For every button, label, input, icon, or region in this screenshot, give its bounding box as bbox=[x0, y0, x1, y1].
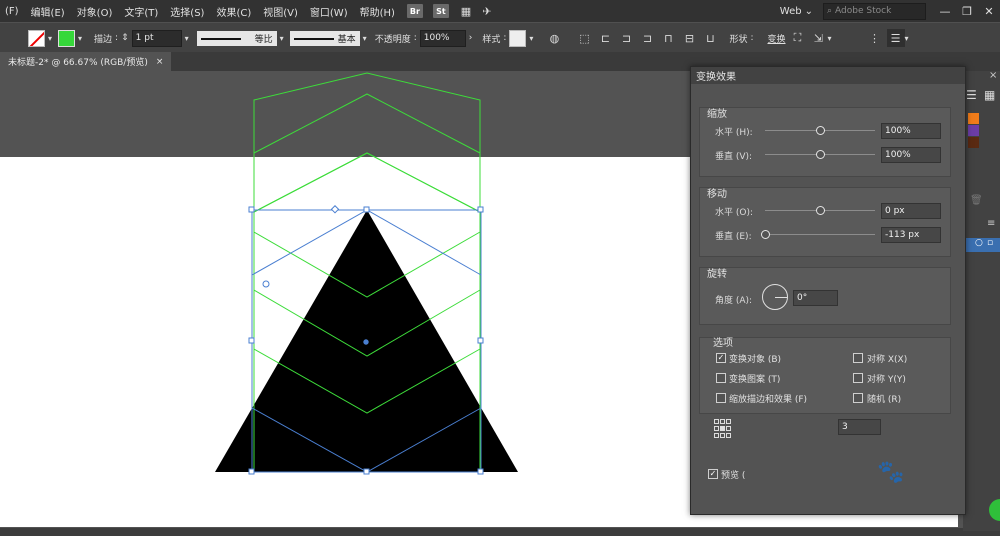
scale-vertical-slider-thumb[interactable] bbox=[816, 150, 825, 159]
swatch-brown[interactable] bbox=[968, 137, 979, 148]
selection-indicator-icon[interactable]: ▫ bbox=[987, 238, 993, 248]
scale-vertical-input[interactable]: 100% bbox=[881, 147, 941, 163]
scale-strokes-label[interactable]: 缩放描边和效果 (F) bbox=[729, 392, 807, 405]
copies-input[interactable]: 3 bbox=[838, 419, 881, 435]
selection-handle[interactable] bbox=[477, 337, 484, 344]
rotate-title: 旋转 bbox=[707, 269, 727, 280]
layer-row[interactable]: ○ ▫ bbox=[963, 238, 1000, 252]
move-horizontal-input[interactable]: 0 px bbox=[881, 203, 941, 219]
selection-handle[interactable] bbox=[248, 468, 255, 475]
badge-circle bbox=[989, 499, 1000, 521]
center-point bbox=[363, 339, 369, 345]
selection-handle[interactable] bbox=[363, 206, 370, 213]
scale-vertical-label: 垂直 (V): bbox=[715, 152, 753, 162]
transform-objects-checkbox[interactable]: ✓ bbox=[716, 353, 726, 363]
selection-handle[interactable] bbox=[248, 337, 255, 344]
reference-point-locator[interactable] bbox=[714, 419, 731, 438]
rotation-handle[interactable] bbox=[330, 205, 340, 214]
locator-dot[interactable] bbox=[726, 433, 731, 438]
copies-value: 3 bbox=[842, 422, 848, 432]
move-vertical-label: 垂直 (E): bbox=[715, 232, 752, 242]
locator-dot[interactable] bbox=[720, 419, 725, 424]
locator-dot[interactable] bbox=[714, 426, 719, 431]
reflect-y-checkbox[interactable] bbox=[853, 373, 863, 383]
options-title: 选项 bbox=[713, 338, 733, 349]
transform-objects-label[interactable]: 变换对象 (B) bbox=[729, 352, 781, 365]
reflect-x-label[interactable]: 对称 X(X) bbox=[867, 352, 907, 365]
scale-horizontal-input[interactable]: 100% bbox=[881, 123, 941, 139]
move-vertical-input[interactable]: -113 px bbox=[881, 227, 941, 243]
transform-patterns-checkbox[interactable] bbox=[716, 373, 726, 383]
move-vertical-slider-thumb[interactable] bbox=[761, 230, 770, 239]
swatch-purple[interactable] bbox=[968, 125, 979, 136]
rotate-angle-label: 角度 (A): bbox=[715, 296, 753, 306]
scale-horizontal-value: 100% bbox=[885, 126, 911, 136]
trash-icon[interactable]: 🗑 bbox=[970, 195, 983, 206]
move-horizontal-value: 0 px bbox=[885, 206, 905, 216]
selection-handle[interactable] bbox=[248, 206, 255, 213]
random-label[interactable]: 随机 (R) bbox=[867, 392, 901, 405]
transform-effect-dialog: 变换效果 缩放 水平 (H): 100% 垂直 (V): 100% 移动 水平 … bbox=[690, 66, 966, 515]
reflect-x-checkbox[interactable] bbox=[853, 353, 863, 363]
move-vertical-slider-track[interactable] bbox=[765, 234, 875, 235]
scale-horizontal-slider-thumb[interactable] bbox=[816, 126, 825, 135]
scale-strokes-checkbox[interactable] bbox=[716, 393, 726, 403]
scale-horizontal-label: 水平 (H): bbox=[715, 128, 753, 138]
swatch-orange[interactable] bbox=[968, 113, 979, 124]
watermark-logo: 🐾 bbox=[877, 459, 905, 485]
transform-copy-chevron bbox=[253, 152, 481, 213]
locator-dot[interactable] bbox=[726, 419, 731, 424]
scale-vertical-value: 100% bbox=[885, 150, 911, 160]
preview-checkbox[interactable]: ✓ bbox=[708, 469, 718, 479]
transform-patterns-label[interactable]: 变换图案 (T) bbox=[729, 372, 780, 385]
selection-handle[interactable] bbox=[477, 468, 484, 475]
locator-dot[interactable] bbox=[714, 433, 719, 438]
locator-dot[interactable] bbox=[720, 426, 725, 431]
random-checkbox[interactable] bbox=[853, 393, 863, 403]
grid-view-icon[interactable]: ▦ bbox=[984, 88, 995, 102]
selection-handle[interactable] bbox=[363, 468, 370, 475]
selection-handle[interactable] bbox=[477, 206, 484, 213]
move-horizontal-slider-thumb[interactable] bbox=[816, 206, 825, 215]
reference-point[interactable] bbox=[262, 280, 270, 288]
reflect-y-label[interactable]: 对称 Y(Y) bbox=[867, 372, 906, 385]
move-title: 移动 bbox=[707, 189, 727, 200]
preview-label[interactable]: 预览 ( bbox=[721, 468, 745, 481]
transform-copy-chevron bbox=[253, 93, 481, 154]
locator-dot[interactable] bbox=[714, 419, 719, 424]
target-icon[interactable]: ○ bbox=[975, 238, 983, 248]
angle-dial[interactable] bbox=[762, 284, 788, 310]
rotate-angle-value: 0° bbox=[797, 293, 808, 303]
scale-group bbox=[699, 107, 951, 177]
move-vertical-value: -113 px bbox=[885, 230, 920, 240]
right-panel-dock: × ☰ ▦ 🗑 ≡ ○ ▫ bbox=[963, 70, 1000, 531]
move-horizontal-label: 水平 (O): bbox=[715, 208, 753, 218]
move-group bbox=[699, 187, 951, 257]
scale-title: 缩放 bbox=[707, 109, 727, 120]
locator-dot[interactable] bbox=[726, 426, 731, 431]
panel-menu-icon[interactable]: ≡ bbox=[987, 218, 995, 229]
locator-dot[interactable] bbox=[720, 433, 725, 438]
dialog-title[interactable]: 变换效果 bbox=[691, 67, 965, 84]
panel-close-icon[interactable]: × bbox=[989, 70, 997, 81]
rotate-angle-input[interactable]: 0° bbox=[793, 290, 838, 306]
list-view-icon[interactable]: ☰ bbox=[966, 88, 977, 102]
